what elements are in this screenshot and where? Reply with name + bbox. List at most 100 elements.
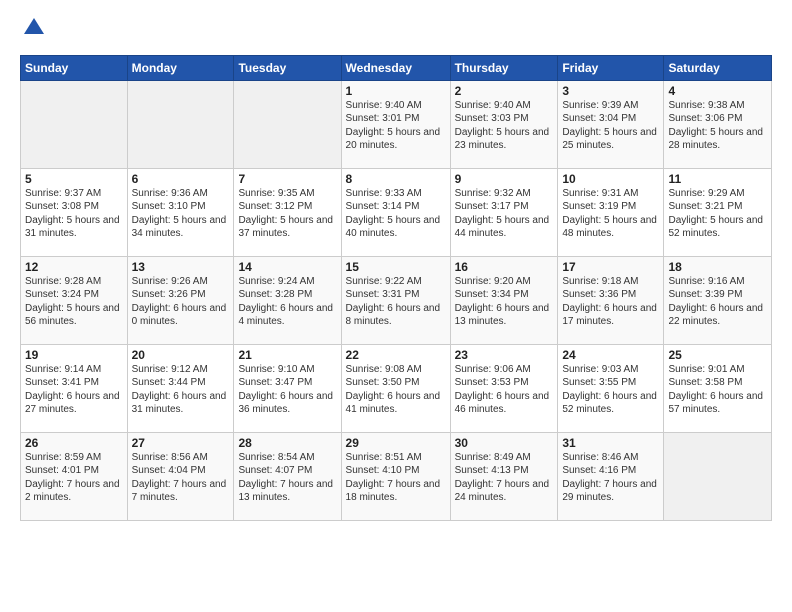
- calendar-cell: 1Sunrise: 9:40 AM Sunset: 3:01 PM Daylig…: [341, 80, 450, 168]
- day-info: Sunrise: 9:32 AM Sunset: 3:17 PM Dayligh…: [455, 187, 554, 241]
- day-info: Sunrise: 9:20 AM Sunset: 3:34 PM Dayligh…: [455, 275, 554, 329]
- calendar-cell: [21, 80, 128, 168]
- day-info: Sunrise: 8:46 AM Sunset: 4:16 PM Dayligh…: [562, 451, 659, 505]
- calendar-cell: 3Sunrise: 9:39 AM Sunset: 3:04 PM Daylig…: [558, 80, 664, 168]
- day-info: Sunrise: 9:28 AM Sunset: 3:24 PM Dayligh…: [25, 275, 123, 329]
- weekday-header-row: SundayMondayTuesdayWednesdayThursdayFrid…: [21, 55, 772, 80]
- day-info: Sunrise: 9:12 AM Sunset: 3:44 PM Dayligh…: [132, 363, 230, 417]
- day-info: Sunrise: 9:38 AM Sunset: 3:06 PM Dayligh…: [668, 99, 767, 153]
- calendar-cell: 25Sunrise: 9:01 AM Sunset: 3:58 PM Dayli…: [664, 344, 772, 432]
- day-info: Sunrise: 9:39 AM Sunset: 3:04 PM Dayligh…: [562, 99, 659, 153]
- day-info: Sunrise: 8:56 AM Sunset: 4:04 PM Dayligh…: [132, 451, 230, 505]
- week-row-4: 26Sunrise: 8:59 AM Sunset: 4:01 PM Dayli…: [21, 432, 772, 520]
- day-number: 29: [346, 436, 446, 450]
- day-info: Sunrise: 9:33 AM Sunset: 3:14 PM Dayligh…: [346, 187, 446, 241]
- day-number: 15: [346, 260, 446, 274]
- day-info: Sunrise: 9:37 AM Sunset: 3:08 PM Dayligh…: [25, 187, 123, 241]
- day-number: 31: [562, 436, 659, 450]
- calendar-cell: 9Sunrise: 9:32 AM Sunset: 3:17 PM Daylig…: [450, 168, 558, 256]
- calendar-cell: 30Sunrise: 8:49 AM Sunset: 4:13 PM Dayli…: [450, 432, 558, 520]
- calendar-cell: 23Sunrise: 9:06 AM Sunset: 3:53 PM Dayli…: [450, 344, 558, 432]
- day-info: Sunrise: 9:08 AM Sunset: 3:50 PM Dayligh…: [346, 363, 446, 417]
- day-number: 8: [346, 172, 446, 186]
- day-info: Sunrise: 9:01 AM Sunset: 3:58 PM Dayligh…: [668, 363, 767, 417]
- day-number: 27: [132, 436, 230, 450]
- calendar-cell: 13Sunrise: 9:26 AM Sunset: 3:26 PM Dayli…: [127, 256, 234, 344]
- day-number: 9: [455, 172, 554, 186]
- calendar-cell: 5Sunrise: 9:37 AM Sunset: 3:08 PM Daylig…: [21, 168, 128, 256]
- day-number: 6: [132, 172, 230, 186]
- week-row-3: 19Sunrise: 9:14 AM Sunset: 3:41 PM Dayli…: [21, 344, 772, 432]
- calendar-cell: 7Sunrise: 9:35 AM Sunset: 3:12 PM Daylig…: [234, 168, 341, 256]
- day-number: 16: [455, 260, 554, 274]
- weekday-header-saturday: Saturday: [664, 55, 772, 80]
- day-info: Sunrise: 9:36 AM Sunset: 3:10 PM Dayligh…: [132, 187, 230, 241]
- calendar-cell: 24Sunrise: 9:03 AM Sunset: 3:55 PM Dayli…: [558, 344, 664, 432]
- day-info: Sunrise: 9:16 AM Sunset: 3:39 PM Dayligh…: [668, 275, 767, 329]
- calendar-cell: 8Sunrise: 9:33 AM Sunset: 3:14 PM Daylig…: [341, 168, 450, 256]
- day-number: 5: [25, 172, 123, 186]
- week-row-1: 5Sunrise: 9:37 AM Sunset: 3:08 PM Daylig…: [21, 168, 772, 256]
- day-info: Sunrise: 8:51 AM Sunset: 4:10 PM Dayligh…: [346, 451, 446, 505]
- day-number: 7: [238, 172, 336, 186]
- header: [20, 16, 772, 45]
- calendar-cell: 26Sunrise: 8:59 AM Sunset: 4:01 PM Dayli…: [21, 432, 128, 520]
- day-info: Sunrise: 9:35 AM Sunset: 3:12 PM Dayligh…: [238, 187, 336, 241]
- calendar-cell: 31Sunrise: 8:46 AM Sunset: 4:16 PM Dayli…: [558, 432, 664, 520]
- day-number: 25: [668, 348, 767, 362]
- day-info: Sunrise: 9:31 AM Sunset: 3:19 PM Dayligh…: [562, 187, 659, 241]
- day-number: 10: [562, 172, 659, 186]
- calendar-cell: 12Sunrise: 9:28 AM Sunset: 3:24 PM Dayli…: [21, 256, 128, 344]
- week-row-2: 12Sunrise: 9:28 AM Sunset: 3:24 PM Dayli…: [21, 256, 772, 344]
- day-info: Sunrise: 9:14 AM Sunset: 3:41 PM Dayligh…: [25, 363, 123, 417]
- logo: [20, 16, 46, 45]
- calendar-cell: 20Sunrise: 9:12 AM Sunset: 3:44 PM Dayli…: [127, 344, 234, 432]
- calendar-cell: 10Sunrise: 9:31 AM Sunset: 3:19 PM Dayli…: [558, 168, 664, 256]
- weekday-header-monday: Monday: [127, 55, 234, 80]
- day-number: 19: [25, 348, 123, 362]
- calendar-cell: [664, 432, 772, 520]
- day-number: 3: [562, 84, 659, 98]
- weekday-header-tuesday: Tuesday: [234, 55, 341, 80]
- calendar-cell: 14Sunrise: 9:24 AM Sunset: 3:28 PM Dayli…: [234, 256, 341, 344]
- calendar-cell: 4Sunrise: 9:38 AM Sunset: 3:06 PM Daylig…: [664, 80, 772, 168]
- calendar-cell: 2Sunrise: 9:40 AM Sunset: 3:03 PM Daylig…: [450, 80, 558, 168]
- day-number: 21: [238, 348, 336, 362]
- calendar-cell: 17Sunrise: 9:18 AM Sunset: 3:36 PM Dayli…: [558, 256, 664, 344]
- calendar-cell: 29Sunrise: 8:51 AM Sunset: 4:10 PM Dayli…: [341, 432, 450, 520]
- calendar-cell: 28Sunrise: 8:54 AM Sunset: 4:07 PM Dayli…: [234, 432, 341, 520]
- day-number: 26: [25, 436, 123, 450]
- day-info: Sunrise: 8:59 AM Sunset: 4:01 PM Dayligh…: [25, 451, 123, 505]
- calendar-cell: 16Sunrise: 9:20 AM Sunset: 3:34 PM Dayli…: [450, 256, 558, 344]
- day-number: 23: [455, 348, 554, 362]
- day-info: Sunrise: 9:29 AM Sunset: 3:21 PM Dayligh…: [668, 187, 767, 241]
- calendar-cell: [234, 80, 341, 168]
- day-number: 30: [455, 436, 554, 450]
- day-number: 14: [238, 260, 336, 274]
- day-info: Sunrise: 9:10 AM Sunset: 3:47 PM Dayligh…: [238, 363, 336, 417]
- day-number: 11: [668, 172, 767, 186]
- weekday-header-wednesday: Wednesday: [341, 55, 450, 80]
- day-number: 1: [346, 84, 446, 98]
- day-number: 4: [668, 84, 767, 98]
- week-row-0: 1Sunrise: 9:40 AM Sunset: 3:01 PM Daylig…: [21, 80, 772, 168]
- calendar-cell: 18Sunrise: 9:16 AM Sunset: 3:39 PM Dayli…: [664, 256, 772, 344]
- calendar-cell: 27Sunrise: 8:56 AM Sunset: 4:04 PM Dayli…: [127, 432, 234, 520]
- day-number: 17: [562, 260, 659, 274]
- day-info: Sunrise: 8:54 AM Sunset: 4:07 PM Dayligh…: [238, 451, 336, 505]
- day-info: Sunrise: 9:26 AM Sunset: 3:26 PM Dayligh…: [132, 275, 230, 329]
- day-info: Sunrise: 9:22 AM Sunset: 3:31 PM Dayligh…: [346, 275, 446, 329]
- day-info: Sunrise: 9:24 AM Sunset: 3:28 PM Dayligh…: [238, 275, 336, 329]
- weekday-header-friday: Friday: [558, 55, 664, 80]
- page: SundayMondayTuesdayWednesdayThursdayFrid…: [0, 0, 792, 531]
- calendar-table: SundayMondayTuesdayWednesdayThursdayFrid…: [20, 55, 772, 521]
- day-info: Sunrise: 9:03 AM Sunset: 3:55 PM Dayligh…: [562, 363, 659, 417]
- calendar-cell: 21Sunrise: 9:10 AM Sunset: 3:47 PM Dayli…: [234, 344, 341, 432]
- calendar-cell: 22Sunrise: 9:08 AM Sunset: 3:50 PM Dayli…: [341, 344, 450, 432]
- day-number: 24: [562, 348, 659, 362]
- day-number: 13: [132, 260, 230, 274]
- day-number: 22: [346, 348, 446, 362]
- calendar-cell: 19Sunrise: 9:14 AM Sunset: 3:41 PM Dayli…: [21, 344, 128, 432]
- weekday-header-sunday: Sunday: [21, 55, 128, 80]
- day-number: 2: [455, 84, 554, 98]
